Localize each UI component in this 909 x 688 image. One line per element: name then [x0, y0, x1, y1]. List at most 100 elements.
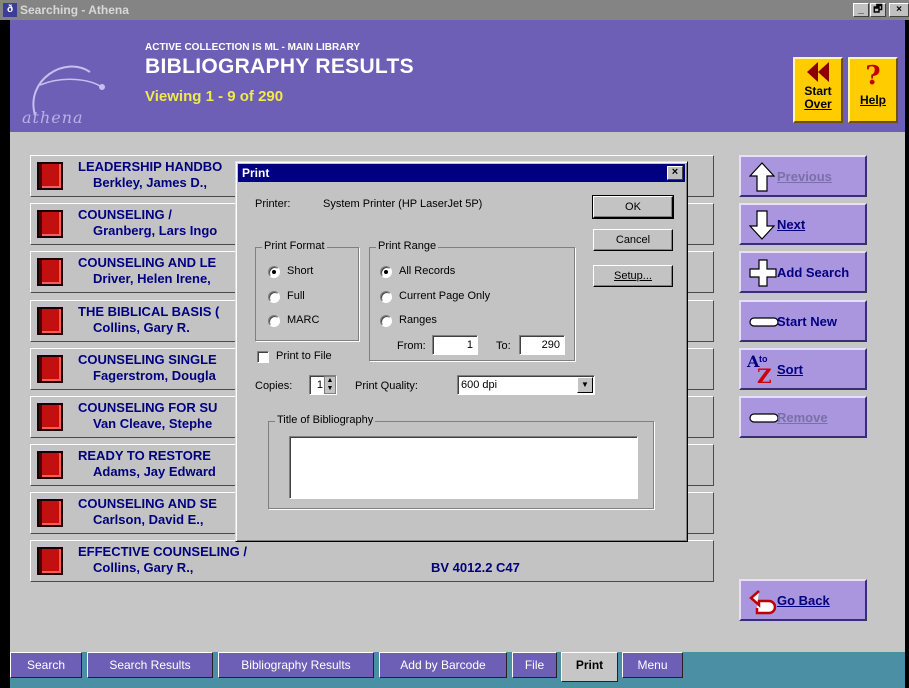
athena-logo: athena [10, 20, 128, 132]
result-title: COUNSELING FOR SU [78, 400, 218, 415]
book-icon [37, 499, 63, 527]
print-to-file-label[interactable]: Print to File [276, 350, 332, 362]
window-title-bar: ð Searching - Athena _ 🗗 × [0, 0, 909, 20]
result-title: COUNSELING AND LE [78, 255, 217, 270]
printer-label: Printer: [255, 198, 291, 210]
result-call-number: BV 4012.2 C47 [431, 560, 520, 575]
result-title: LEADERSHIP HANDBO [78, 159, 223, 174]
tab-file[interactable]: File [512, 652, 557, 678]
range-all-label[interactable]: All Records [399, 265, 455, 277]
cancel-button[interactable]: Cancel [593, 229, 673, 251]
bar-icon [749, 413, 779, 423]
format-short-label[interactable]: Short [287, 265, 313, 277]
book-icon [37, 451, 63, 479]
previous-button[interactable]: Previous [739, 155, 867, 197]
copies-label: Copies: [255, 380, 293, 392]
from-field[interactable]: 1 [432, 335, 478, 355]
result-title: COUNSELING / [78, 207, 172, 222]
tab-search-results[interactable]: Search Results [87, 652, 213, 678]
result-author: Adams, Jay Edward [93, 464, 216, 479]
book-icon [37, 210, 63, 238]
question-icon: ? [865, 61, 881, 91]
to-label: To: [496, 340, 511, 352]
tab-add-by-barcode[interactable]: Add by Barcode [379, 652, 507, 678]
result-author: Collins, Gary R., [93, 560, 194, 575]
result-author: Fagerstrom, Dougla [93, 368, 216, 383]
window-title: Searching - Athena [20, 3, 129, 17]
previous-label: Previous [777, 169, 832, 184]
tab-menu[interactable]: Menu [622, 652, 683, 678]
arrow-down-icon [749, 210, 775, 240]
start-new-label: Start New [777, 314, 837, 329]
print-to-file-checkbox[interactable] [257, 351, 269, 363]
print-range-label: Print Range [376, 240, 439, 252]
result-title: COUNSELING SINGLE [78, 352, 217, 367]
range-current-page-label[interactable]: Current Page Only [399, 290, 490, 302]
result-author: Carlson, David E., [93, 512, 204, 527]
result-row[interactable]: EFFECTIVE COUNSELING / Collins, Gary R., B… [30, 540, 714, 582]
format-full-label[interactable]: Full [287, 290, 305, 302]
start-over-button[interactable]: Start Over [793, 57, 843, 123]
chevron-down-icon[interactable]: ▼ [577, 377, 593, 393]
setup-label: Setup... [614, 270, 652, 282]
result-author: Granberg, Lars Ingo [93, 223, 218, 238]
range-ranges-radio[interactable] [380, 315, 392, 327]
result-title: READY TO RESTORE [78, 448, 211, 463]
start-new-button[interactable]: Start New [739, 300, 867, 342]
active-collection-label: ACTIVE COLLECTION IS ML - MAIN LIBRARY [145, 42, 360, 53]
close-icon[interactable]: × [667, 166, 683, 180]
range-all-radio[interactable] [380, 266, 392, 278]
range-current-page-radio[interactable] [380, 291, 392, 303]
close-window-button[interactable]: × [889, 3, 909, 17]
help-button[interactable]: ? Help [848, 57, 898, 123]
copies-spinner[interactable]: ▲ ▼ [324, 376, 336, 394]
format-full-radio[interactable] [268, 291, 280, 303]
print-quality-label: Print Quality: [355, 380, 418, 392]
minimize-button[interactable]: _ [853, 3, 869, 17]
viewing-count: Viewing 1 - 9 of 290 [145, 88, 284, 105]
sort-label: Sort [777, 362, 803, 377]
to-field[interactable]: 290 [519, 335, 565, 355]
go-back-label: Go Back [777, 593, 830, 608]
start-over-label-2: Over [804, 97, 832, 111]
logo-text: athena [22, 108, 84, 127]
ok-button[interactable]: OK [592, 195, 674, 219]
tab-search[interactable]: Search [10, 652, 82, 678]
format-marc-label[interactable]: MARC [287, 314, 319, 326]
remove-button[interactable]: Remove [739, 396, 867, 438]
print-format-label: Print Format [262, 240, 327, 252]
bar-icon [749, 317, 779, 327]
sort-icon-z: Z [757, 364, 772, 388]
next-button[interactable]: Next [739, 203, 867, 245]
sort-az-icon: A to Z [747, 352, 779, 388]
tab-bibliography-results[interactable]: Bibliography Results [218, 652, 374, 678]
book-icon [37, 162, 63, 190]
book-icon [37, 355, 63, 383]
remove-label: Remove [777, 410, 828, 425]
format-marc-radio[interactable] [268, 315, 280, 327]
plus-icon [749, 259, 777, 287]
dialog-title: Print [238, 164, 685, 182]
restore-button[interactable]: 🗗 [870, 3, 886, 17]
range-ranges-label[interactable]: Ranges [399, 314, 437, 326]
book-icon [37, 547, 63, 575]
bibliography-title-input[interactable] [289, 436, 638, 499]
sort-button[interactable]: A to Z Sort [739, 348, 867, 390]
result-title: COUNSELING AND SE [78, 496, 217, 511]
format-short-radio[interactable] [268, 266, 280, 278]
sort-icon-to: to [759, 354, 768, 364]
print-quality-select[interactable]: 600 dpi [457, 375, 595, 395]
result-title: EFFECTIVE COUNSELING / [78, 544, 248, 559]
book-icon [37, 403, 63, 431]
bibliography-title-label: Title of Bibliography [275, 414, 376, 426]
rewind-icon [807, 62, 829, 82]
go-back-button[interactable]: Go Back [739, 579, 867, 621]
setup-button[interactable]: Setup... [593, 265, 673, 287]
tab-print[interactable]: Print [561, 652, 618, 682]
page-title: BIBLIOGRAPHY RESULTS [145, 55, 414, 78]
book-icon [37, 258, 63, 286]
add-search-label: Add Search [777, 265, 850, 280]
add-search-button[interactable]: Add Search [739, 251, 867, 293]
printer-value: System Printer (HP LaserJet 5P) [323, 198, 483, 210]
next-label: Next [777, 217, 806, 232]
